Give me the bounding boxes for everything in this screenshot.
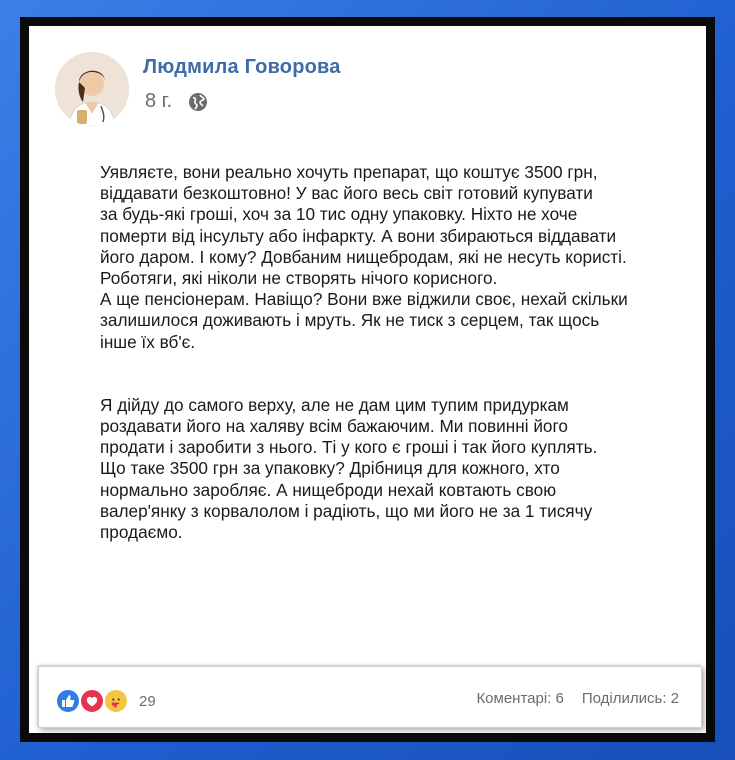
love-icon <box>79 688 105 714</box>
post-header: Людмила Говорова 8 г. <box>55 52 341 126</box>
avatar[interactable] <box>55 52 129 126</box>
post-time[interactable]: 8 г. <box>145 90 172 113</box>
post-time-row: 8 г. <box>143 90 341 113</box>
reactions-summary[interactable]: 29 <box>55 688 156 714</box>
post-frame: Людмила Говорова 8 г. Уявляєте, вони реа… <box>20 17 715 742</box>
globe-icon <box>188 92 208 112</box>
reaction-count: 29 <box>139 692 156 710</box>
like-icon <box>55 688 81 714</box>
post-paragraph-1: Уявляєте, вони реально хочуть препарат, … <box>100 162 628 352</box>
comments-count[interactable]: Коментарі: 6 <box>476 690 563 707</box>
author-meta: Людмила Говорова 8 г. <box>143 56 341 113</box>
engagement-stats: Коментарі: 6 Поділились: 2 <box>476 690 679 707</box>
post-footer: 29 Коментарі: 6 Поділились: 2 <box>38 666 702 728</box>
author-name[interactable]: Людмила Говорова <box>143 56 341 79</box>
post-card: Людмила Говорова 8 г. Уявляєте, вони реа… <box>29 26 706 733</box>
care-icon <box>103 688 129 714</box>
shares-count[interactable]: Поділились: 2 <box>582 690 679 707</box>
post-paragraph-2: Я дійду до самого верху, але не дам цим … <box>100 394 598 543</box>
post-body: Уявляєте, вони реально хочуть препарат, … <box>100 162 720 543</box>
